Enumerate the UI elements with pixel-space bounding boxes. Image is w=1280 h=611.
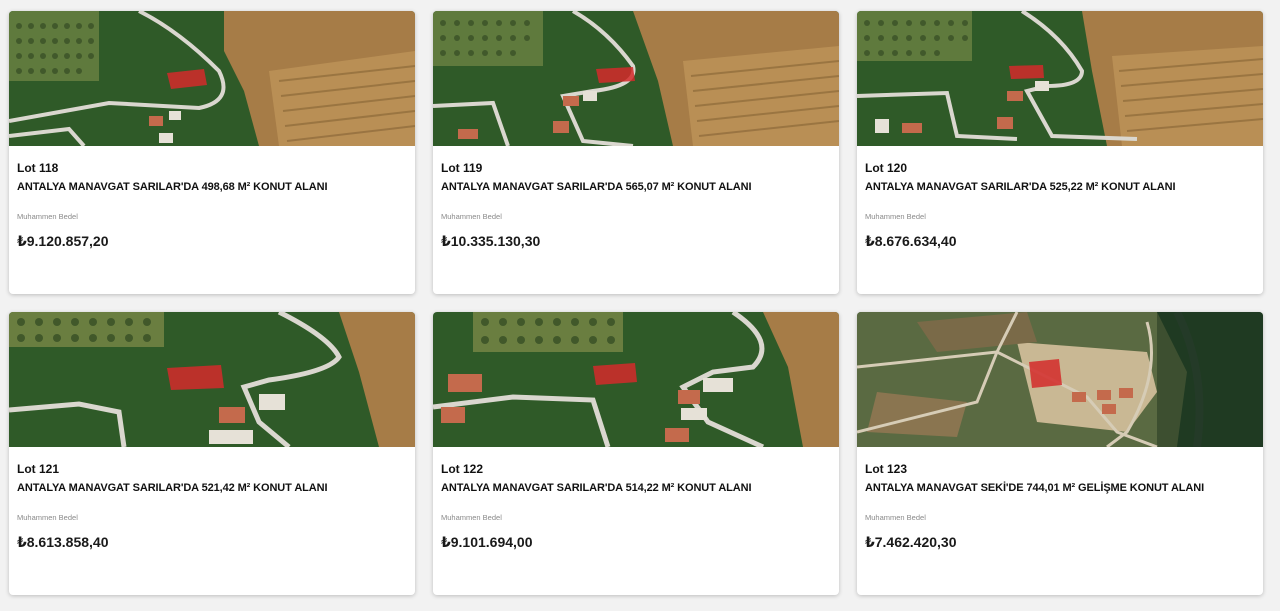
price-value: ₺9.101.694,00 [441, 534, 533, 550]
price-value: ₺7.462.420,30 [865, 534, 957, 550]
price-label: Muhammen Bedel [17, 513, 78, 522]
lot-card[interactable]: Lot 119 ANTALYA MANAVGAT SARILAR'DA 565,… [433, 11, 839, 294]
lot-card[interactable]: Lot 122 ANTALYA MANAVGAT SARILAR'DA 514,… [433, 312, 839, 595]
lot-title[interactable]: ANTALYA MANAVGAT SARILAR'DA 521,42 M² KO… [17, 482, 328, 494]
lot-number: Lot 122 [441, 462, 484, 476]
parcel-highlight [593, 363, 637, 385]
lot-card[interactable]: Lot 123 ANTALYA MANAVGAT SEKİ'DE 744,01 … [857, 312, 1263, 595]
price-label: Muhammen Bedel [865, 212, 926, 221]
price-value: ₺8.676.634,40 [865, 233, 957, 249]
lot-card[interactable]: Lot 120 ANTALYA MANAVGAT SARILAR'DA 525,… [857, 11, 1263, 294]
parcel-highlight [1009, 65, 1044, 79]
satellite-thumbnail[interactable] [433, 312, 839, 447]
lot-number: Lot 121 [17, 462, 60, 476]
satellite-thumbnail[interactable] [9, 11, 415, 146]
lot-card[interactable]: Lot 118 ANTALYA MANAVGAT SARILAR'DA 498,… [9, 11, 415, 294]
price-label: Muhammen Bedel [441, 513, 502, 522]
lot-grid: Lot 118 ANTALYA MANAVGAT SARILAR'DA 498,… [9, 11, 1263, 595]
lot-title[interactable]: ANTALYA MANAVGAT SEKİ'DE 744,01 M² GELİŞ… [865, 482, 1204, 494]
lot-title[interactable]: ANTALYA MANAVGAT SARILAR'DA 514,22 M² KO… [441, 482, 752, 494]
lot-title[interactable]: ANTALYA MANAVGAT SARILAR'DA 525,22 M² KO… [865, 181, 1176, 193]
lot-card[interactable]: Lot 121 ANTALYA MANAVGAT SARILAR'DA 521,… [9, 312, 415, 595]
lot-number: Lot 119 [441, 161, 483, 175]
satellite-thumbnail[interactable] [857, 11, 1263, 146]
lot-title[interactable]: ANTALYA MANAVGAT SARILAR'DA 498,68 M² KO… [17, 181, 328, 193]
price-label: Muhammen Bedel [865, 513, 926, 522]
lot-number: Lot 123 [865, 462, 908, 476]
parcel-highlight [596, 67, 635, 83]
parcel-highlight [167, 365, 224, 390]
lot-number: Lot 118 [17, 161, 59, 175]
price-value: ₺9.120.857,20 [17, 233, 109, 249]
satellite-thumbnail[interactable] [9, 312, 415, 447]
price-value: ₺8.613.858,40 [17, 534, 109, 550]
parcel-highlight [1029, 359, 1062, 388]
price-value: ₺10.335.130,30 [441, 233, 541, 249]
price-label: Muhammen Bedel [441, 212, 502, 221]
satellite-thumbnail[interactable] [433, 11, 839, 146]
satellite-thumbnail[interactable] [857, 312, 1263, 447]
price-label: Muhammen Bedel [17, 212, 78, 221]
lot-number: Lot 120 [865, 161, 908, 175]
lot-title[interactable]: ANTALYA MANAVGAT SARILAR'DA 565,07 M² KO… [441, 181, 752, 193]
